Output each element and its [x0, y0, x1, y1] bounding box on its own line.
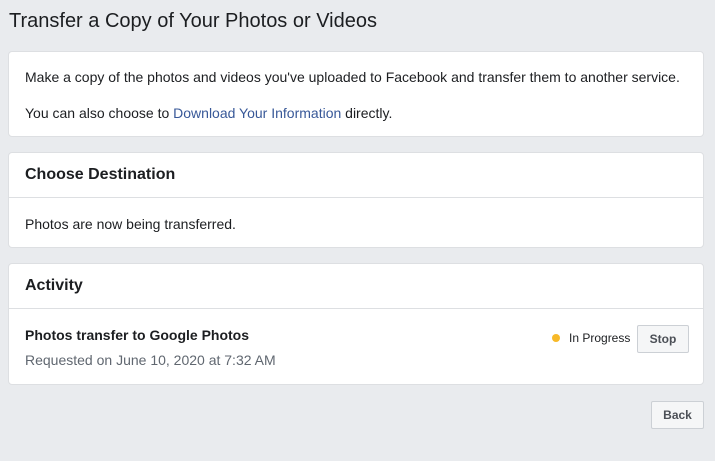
status-label: In Progress: [569, 331, 631, 345]
activity-item-requested: Requested on June 10, 2020 at 7:32 AM: [25, 352, 276, 368]
activity-item-title: Photos transfer to Google Photos: [25, 327, 250, 343]
activity-card: Activity Photos transfer to Google Photo…: [8, 263, 704, 385]
download-your-information-link[interactable]: Download Your Information: [173, 105, 341, 121]
page-title: Transfer a Copy of Your Photos or Videos: [9, 10, 377, 32]
activity-heading: Activity: [9, 264, 703, 309]
status-badge: In Progress: [552, 331, 630, 345]
destination-message: Photos are now being transferred.: [25, 216, 236, 232]
intro-alt-text: You can also choose to Download Your Inf…: [25, 105, 392, 121]
back-button[interactable]: Back: [651, 401, 704, 429]
alt-suffix: directly.: [341, 105, 393, 121]
status-dot-icon: [552, 334, 560, 342]
intro-description: Make a copy of the photos and videos you…: [25, 69, 680, 85]
destination-card: Choose Destination Photos are now being …: [8, 152, 704, 248]
destination-heading: Choose Destination: [9, 153, 703, 198]
stop-button[interactable]: Stop: [637, 325, 689, 353]
intro-card: Make a copy of the photos and videos you…: [8, 51, 704, 137]
alt-prefix: You can also choose to: [25, 105, 174, 121]
